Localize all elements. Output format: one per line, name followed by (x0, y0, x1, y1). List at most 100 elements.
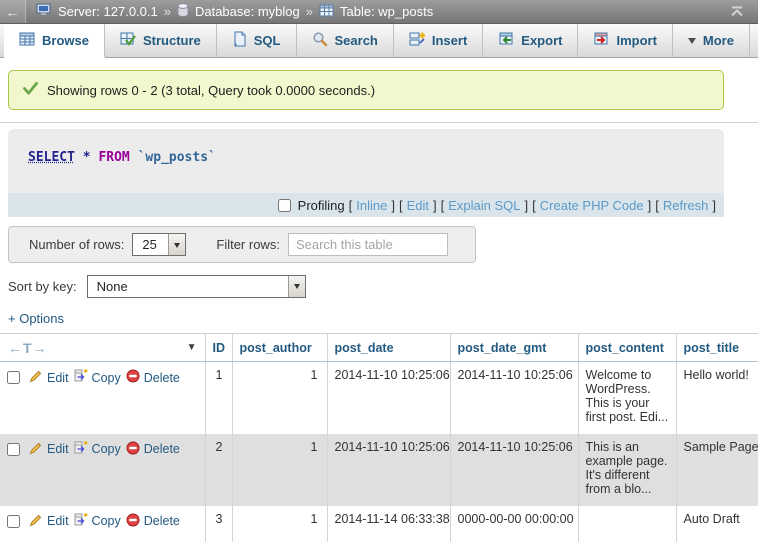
sort-by-key-select[interactable]: None (87, 275, 306, 298)
sort-descending-icon[interactable]: ▼ (187, 342, 197, 353)
header-actions-cell: ←T→ ▼ (0, 334, 205, 362)
collapse-top-icon[interactable] (730, 6, 744, 17)
cell-id: 1 (205, 362, 232, 434)
edit-row-link[interactable]: Edit (29, 513, 69, 530)
bracket: ] (712, 198, 716, 213)
delete-row-link[interactable]: Delete (126, 369, 180, 386)
filter-rows-label: Filter rows: (216, 237, 280, 252)
delete-icon (126, 513, 140, 530)
tab-insert[interactable]: Insert (394, 24, 483, 57)
column-header-post-author[interactable]: post_author (232, 334, 327, 362)
sql-keyword-from: FROM (98, 150, 129, 165)
pencil-icon (29, 441, 43, 458)
row-actions-cell: Edit Copy Delete (0, 506, 205, 542)
results-table: ←T→ ▼ ID post_author post_date post_date… (0, 333, 758, 542)
tab-import[interactable]: Import (578, 24, 672, 57)
server-icon (36, 3, 52, 20)
import-icon (593, 31, 609, 50)
column-header-id[interactable]: ID (205, 334, 232, 362)
back-button[interactable]: ← (0, 0, 26, 23)
browse-icon (19, 31, 35, 50)
row-checkbox[interactable] (7, 371, 20, 384)
back-arrow-icon: ← (6, 4, 20, 20)
tab-label: Import (616, 33, 656, 48)
tab-label: More (703, 33, 734, 48)
chevron-down-icon (294, 284, 300, 292)
sort-by-key-label: Sort by key: (8, 279, 77, 294)
breadcrumb-server[interactable]: Server: 127.0.0.1 (58, 4, 158, 19)
breadcrumb-database[interactable]: Database: myblog (195, 4, 300, 19)
column-header-post-title[interactable]: post_title (676, 334, 758, 362)
row-checkbox[interactable] (7, 515, 20, 528)
column-move-icon[interactable]: ←T→ (8, 340, 48, 356)
table-row: Edit Copy Delete 3 1 2014-11-14 06:33:38… (0, 506, 758, 542)
select-arrow-button[interactable] (288, 276, 305, 297)
cell-post-author: 1 (232, 506, 327, 542)
cell-post-title: Auto Draft (676, 506, 758, 542)
copy-row-link[interactable]: Copy (74, 513, 121, 530)
cell-post-title: Sample Page (676, 434, 758, 506)
cell-post-content: Welcome to WordPress. This is your first… (578, 362, 676, 434)
copy-row-link[interactable]: Copy (74, 441, 121, 458)
rows-filter-panel: Number of rows: 25 Filter rows: (8, 226, 476, 263)
tab-label: Browse (42, 33, 89, 48)
table-icon (319, 4, 334, 20)
delete-row-link[interactable]: Delete (126, 513, 180, 530)
refresh-link[interactable]: Refresh (663, 198, 709, 213)
tab-search[interactable]: Search (297, 24, 394, 57)
row-checkbox[interactable] (7, 443, 20, 456)
column-header-post-content[interactable]: post_content (578, 334, 676, 362)
sql-table-name: `wp_posts` (138, 150, 216, 165)
search-icon (312, 31, 328, 50)
cell-post-date: 2014-11-10 10:25:06 (327, 434, 450, 506)
delete-row-link[interactable]: Delete (126, 441, 180, 458)
breadcrumb-separator: » (306, 4, 313, 19)
bracket: ] (525, 198, 529, 213)
tab-export[interactable]: Export (483, 24, 578, 57)
cell-post-content (578, 506, 676, 542)
copy-label: Copy (92, 371, 121, 385)
chevron-down-icon (688, 38, 696, 48)
number-of-rows-value: 25 (133, 234, 168, 255)
number-of-rows-select[interactable]: 25 (132, 233, 186, 256)
bracket: ] (433, 198, 437, 213)
column-header-post-date-gmt[interactable]: post_date_gmt (450, 334, 578, 362)
explain-sql-link[interactable]: Explain SQL (448, 198, 520, 213)
copy-row-link[interactable]: Copy (74, 369, 121, 386)
breadcrumb-separator: » (164, 4, 171, 19)
bracket: [ (349, 198, 353, 213)
options-toggle-link[interactable]: + Options (8, 311, 64, 326)
cell-post-author: 1 (232, 362, 327, 434)
table-header-row: ←T→ ▼ ID post_author post_date post_date… (0, 334, 758, 362)
edit-query-link[interactable]: Edit (407, 198, 429, 213)
row-actions-cell: Edit Copy Delete (0, 434, 205, 506)
tab-structure[interactable]: Structure (105, 24, 217, 57)
sql-icon (232, 31, 247, 50)
column-header-post-date[interactable]: post_date (327, 334, 450, 362)
export-icon (498, 31, 514, 50)
sql-query-box: SELECT * FROM `wp_posts` Profiling [ Inl… (8, 129, 724, 217)
structure-icon (120, 31, 136, 50)
tab-browse[interactable]: Browse (4, 24, 105, 57)
create-php-code-link[interactable]: Create PHP Code (540, 198, 644, 213)
row-actions-cell: Edit Copy Delete (0, 362, 205, 434)
filter-rows-input[interactable] (288, 233, 448, 256)
sql-keyword-select[interactable]: SELECT (28, 150, 75, 165)
select-arrow-button[interactable] (168, 234, 185, 255)
cell-post-date-gmt: 0000-00-00 00:00:00 (450, 506, 578, 542)
pencil-icon (29, 513, 43, 530)
divider (0, 122, 758, 123)
delete-label: Delete (144, 514, 180, 528)
breadcrumb-table[interactable]: Table: wp_posts (340, 4, 433, 19)
copy-icon (74, 441, 88, 458)
tab-sql[interactable]: SQL (217, 24, 297, 57)
results-table-wrap: ←T→ ▼ ID post_author post_date post_date… (0, 333, 758, 542)
profiling-checkbox[interactable] (278, 199, 291, 212)
success-check-icon (23, 82, 38, 98)
tab-more[interactable]: More (673, 24, 750, 57)
edit-row-link[interactable]: Edit (29, 441, 69, 458)
inline-link[interactable]: Inline (356, 198, 387, 213)
number-of-rows-label: Number of rows: (29, 237, 124, 252)
tab-label: Export (521, 33, 562, 48)
edit-row-link[interactable]: Edit (29, 369, 69, 386)
